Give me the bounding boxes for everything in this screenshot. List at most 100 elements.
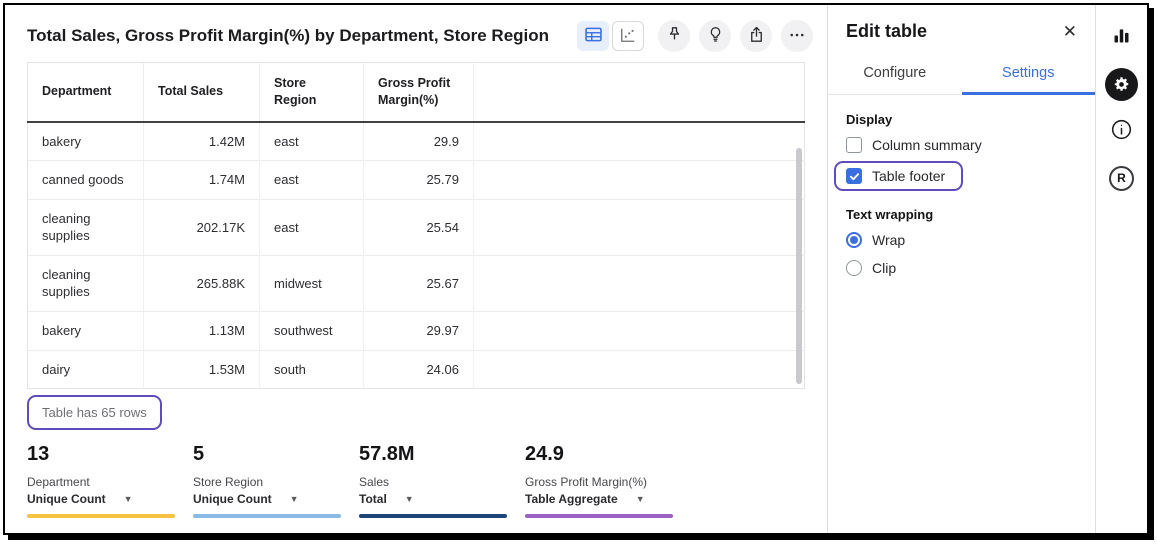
summary-row: 13 Department Unique Count ▼ 5 Store Reg…	[27, 443, 827, 518]
radio-selected-icon[interactable]	[846, 232, 862, 248]
table-row: cleaning supplies 202.17K east 25.54	[28, 199, 805, 255]
display-section-label: Display	[846, 112, 1077, 127]
radio-unselected-icon[interactable]	[846, 260, 862, 276]
cell[interactable]: 24.06	[364, 350, 474, 389]
summary-label: Gross Profit Margin(%)	[525, 475, 691, 489]
summary-value: 24.9	[525, 443, 691, 466]
charts-rail-button[interactable]	[1104, 19, 1140, 55]
summary-value: 5	[193, 443, 359, 466]
cell-empty	[474, 312, 805, 351]
summary-label: Store Region	[193, 475, 359, 489]
main-panel: Total Sales, Gross Profit Margin(%) by D…	[5, 5, 827, 533]
cell-empty	[474, 161, 805, 200]
table-row: bakery 1.42M east 29.9	[28, 122, 805, 161]
cell[interactable]: midwest	[260, 255, 364, 311]
lightbulb-icon	[706, 25, 725, 47]
brand-rail-button[interactable]: R	[1104, 160, 1140, 196]
checkbox-label: Column summary	[872, 137, 982, 153]
cell[interactable]: 25.67	[364, 255, 474, 311]
cell[interactable]: 1.13M	[144, 312, 260, 351]
checkbox-checked-icon[interactable]	[846, 168, 862, 184]
column-header-empty	[474, 63, 805, 122]
aggregation-selector[interactable]: Total ▼	[359, 492, 414, 506]
share-icon	[747, 25, 766, 47]
table-header-row: Department Total Sales Store Region Gros…	[28, 63, 805, 122]
close-button[interactable]: ✕	[1061, 21, 1079, 42]
aggregation-label: Unique Count	[193, 492, 272, 506]
cell[interactable]: 25.79	[364, 161, 474, 200]
info-rail-button[interactable]	[1104, 113, 1140, 149]
cell[interactable]: canned goods	[28, 161, 144, 200]
table-footer-checkbox-row[interactable]: Table footer	[846, 164, 945, 188]
panel-title: Edit table	[846, 21, 927, 42]
cell[interactable]: 25.54	[364, 199, 474, 255]
table-row: bakery 1.13M southwest 29.97	[28, 312, 805, 351]
bar-chart-icon	[1111, 25, 1132, 49]
brand-letter: R	[1117, 171, 1126, 185]
cell[interactable]: 29.97	[364, 312, 474, 351]
column-header-total-sales[interactable]: Total Sales	[144, 63, 260, 122]
gear-icon	[1105, 68, 1138, 101]
summary-card-sales: 57.8M Sales Total ▼	[359, 443, 525, 518]
chart-view-icon	[618, 25, 638, 48]
more-button[interactable]	[781, 20, 813, 52]
aggregation-label: Table Aggregate	[525, 492, 618, 506]
table-footer-text: Table has 65 rows	[42, 405, 147, 420]
wrap-radio-row[interactable]: Wrap	[846, 226, 1077, 254]
settings-rail-button[interactable]	[1104, 66, 1140, 102]
column-header-department[interactable]: Department	[28, 63, 144, 122]
brand-logo-icon: R	[1109, 166, 1134, 191]
chevron-down-icon: ▼	[636, 494, 645, 504]
cell[interactable]: 1.42M	[144, 122, 260, 161]
data-table: Department Total Sales Store Region Gros…	[27, 62, 805, 389]
radio-label: Clip	[872, 260, 896, 276]
summary-card-gross-profit-margin: 24.9 Gross Profit Margin(%) Table Aggreg…	[525, 443, 691, 518]
cell[interactable]: southwest	[260, 312, 364, 351]
cell[interactable]: 265.88K	[144, 255, 260, 311]
column-summary-checkbox-row[interactable]: Column summary	[846, 131, 1077, 159]
cell[interactable]: dairy	[28, 350, 144, 389]
insights-button[interactable]	[699, 20, 731, 52]
radio-label: Wrap	[872, 232, 905, 248]
cell-empty	[474, 350, 805, 389]
right-toolbar: R	[1095, 5, 1147, 533]
table-scrollbar[interactable]	[796, 148, 802, 384]
chart-view-button[interactable]	[612, 21, 644, 51]
cell[interactable]: east	[260, 199, 364, 255]
cell[interactable]: cleaning supplies	[28, 199, 144, 255]
clip-radio-row[interactable]: Clip	[846, 254, 1077, 282]
share-button[interactable]	[740, 20, 772, 52]
cell[interactable]: 1.53M	[144, 350, 260, 389]
pin-button[interactable]	[658, 20, 690, 52]
info-icon	[1110, 118, 1133, 144]
cell[interactable]: bakery	[28, 122, 144, 161]
column-header-store-region[interactable]: Store Region	[260, 63, 364, 122]
cell[interactable]: east	[260, 122, 364, 161]
summary-card-store-region: 5 Store Region Unique Count ▼	[193, 443, 359, 518]
cell[interactable]: south	[260, 350, 364, 389]
column-header-gross-profit-margin[interactable]: Gross Profit Margin(%)	[364, 63, 474, 122]
cell[interactable]: 1.74M	[144, 161, 260, 200]
panel-body: Display Column summary Table footer Text…	[828, 95, 1095, 297]
edit-table-panel: Edit table ✕ Configure Settings Display …	[827, 5, 1095, 533]
cell[interactable]: east	[260, 161, 364, 200]
tab-configure[interactable]: Configure	[828, 57, 962, 94]
cell-empty	[474, 255, 805, 311]
page-title: Total Sales, Gross Profit Margin(%) by D…	[27, 26, 549, 46]
cell[interactable]: cleaning supplies	[28, 255, 144, 311]
cell[interactable]: 202.17K	[144, 199, 260, 255]
checkbox-unchecked-icon[interactable]	[846, 137, 862, 153]
pin-icon	[665, 25, 684, 47]
main-header: Total Sales, Gross Profit Margin(%) by D…	[5, 5, 827, 58]
ellipsis-icon	[788, 26, 806, 47]
tab-settings[interactable]: Settings	[962, 57, 1096, 95]
table-view-button[interactable]	[577, 21, 609, 51]
text-wrapping-section-label: Text wrapping	[846, 207, 1077, 222]
aggregation-selector[interactable]: Unique Count ▼	[27, 492, 133, 506]
cell[interactable]: 29.9	[364, 122, 474, 161]
aggregation-selector[interactable]: Table Aggregate ▼	[525, 492, 645, 506]
table-row: dairy 1.53M south 24.06	[28, 350, 805, 389]
aggregation-selector[interactable]: Unique Count ▼	[193, 492, 299, 506]
cell[interactable]: bakery	[28, 312, 144, 351]
summary-underline	[525, 514, 673, 518]
